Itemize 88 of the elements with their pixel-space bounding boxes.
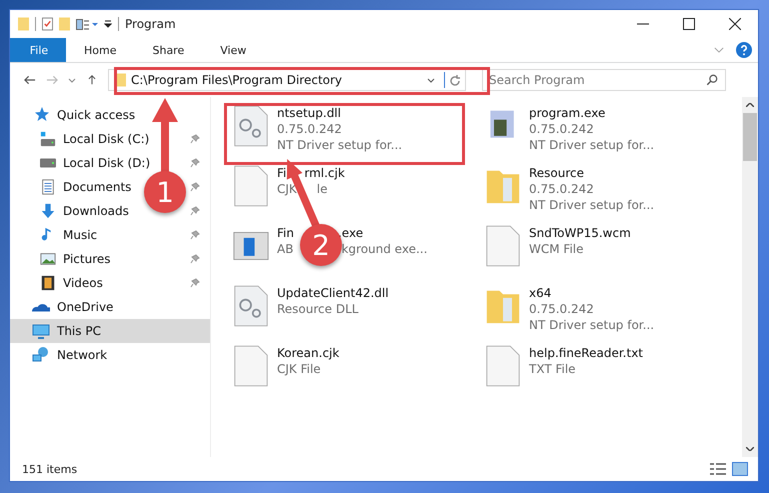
file-detail: CJK File <box>277 361 321 377</box>
file-detail: NT Driver setup for... <box>529 197 654 213</box>
file-detail: WCM File <box>529 241 584 257</box>
search-field[interactable]: Search Program <box>482 69 726 91</box>
details-view-icon[interactable] <box>710 462 726 476</box>
file-detail: kground exe... <box>341 241 428 257</box>
folder-icon[interactable] <box>18 17 29 31</box>
sidebar-item[interactable]: This PC <box>10 319 210 343</box>
new-folder-icon[interactable] <box>59 17 70 31</box>
large-icons-view-icon[interactable] <box>732 462 748 476</box>
file-icon <box>485 225 521 267</box>
film-icon <box>40 275 56 291</box>
file-detail: le <box>316 181 328 197</box>
monitor-icon <box>32 322 50 340</box>
file-name: rml.cjk <box>304 165 345 181</box>
pin-icon[interactable] <box>190 278 200 288</box>
sidebar-item[interactable]: Local Disk (C:) <box>10 127 154 151</box>
pin-icon[interactable] <box>190 230 200 240</box>
sidebar-item[interactable]: Downloads <box>10 199 133 223</box>
file-name: Fi <box>277 165 286 181</box>
maximize-icon <box>683 18 695 30</box>
gear-file-icon <box>233 285 269 327</box>
refresh-icon[interactable] <box>450 74 461 86</box>
file-detail: Resource DLL <box>277 301 358 317</box>
ribbon-tab[interactable]: View <box>202 38 264 62</box>
view-options-icon[interactable] <box>76 18 98 30</box>
sidebar-item[interactable]: Music <box>10 223 102 247</box>
pin-icon[interactable] <box>190 158 200 168</box>
sidebar-item[interactable]: Quick access <box>10 103 140 127</box>
search-icon <box>706 74 718 86</box>
pin-icon[interactable] <box>190 206 200 216</box>
file-detail: 0.75.0.242 <box>529 121 594 137</box>
document-icon <box>40 179 56 195</box>
sidebar-item[interactable]: Network <box>10 343 112 367</box>
properties-icon[interactable] <box>42 17 53 31</box>
file-name: program.exe <box>529 105 606 121</box>
down-arrow-icon <box>40 203 56 219</box>
file-detail: NT Driver setup for... <box>277 137 402 153</box>
expand-ribbon-icon[interactable] <box>714 47 724 53</box>
file-detail: 0.75.0.242 <box>529 181 594 197</box>
item-count: 151 items <box>22 462 78 476</box>
scroll-up-icon[interactable] <box>746 103 754 107</box>
scroll-down-icon[interactable] <box>746 447 754 451</box>
address-path: C:\Program Files\Program Directory <box>131 73 344 87</box>
ribbon-tab[interactable]: Share <box>134 38 202 62</box>
close-icon <box>729 18 741 30</box>
ribbon-tab[interactable]: File <box>10 38 66 62</box>
pin-icon[interactable] <box>190 134 200 144</box>
dropdown-icon[interactable] <box>427 78 435 82</box>
file-name: Resource <box>529 165 584 181</box>
help-icon[interactable] <box>736 42 752 58</box>
sidebar-item[interactable]: OneDrive <box>10 295 118 319</box>
file-name: Korean.cjk <box>277 345 340 361</box>
file-icon <box>233 345 269 387</box>
pin-icon[interactable] <box>190 182 200 192</box>
file-name: ntsetup.dll <box>277 105 341 121</box>
forward-icon[interactable] <box>46 75 58 85</box>
file-detail: TXT File <box>529 361 576 377</box>
network-icon <box>32 346 50 364</box>
file-name: Fin <box>277 225 294 241</box>
drive-icon <box>40 131 56 147</box>
file-icon <box>233 165 269 207</box>
up-icon[interactable] <box>86 75 98 85</box>
file-icon <box>485 345 521 387</box>
sidebar-item[interactable]: Documents <box>10 175 136 199</box>
customize-menu-icon[interactable] <box>104 20 112 28</box>
window-title: Program <box>125 17 176 31</box>
file-name: x64 <box>529 285 552 301</box>
picture-icon <box>40 251 56 267</box>
ribbon-tab[interactable]: Home <box>66 38 134 62</box>
file-detail: CJK <box>277 181 297 197</box>
scrollbar[interactable] <box>742 97 758 457</box>
sidebar-item[interactable]: Videos <box>10 271 107 295</box>
file-name: UpdateClient42.dll <box>277 285 389 301</box>
gear-file-icon <box>233 105 269 147</box>
address-bar[interactable]: C:\Program Files\Program Directory <box>108 69 466 91</box>
file-detail: AB <box>277 241 294 257</box>
file-detail: NT Driver setup for... <box>529 317 654 333</box>
recent-locations-icon[interactable] <box>68 78 76 82</box>
file-detail: 0.75.0.242 <box>529 301 594 317</box>
sidebar-item[interactable]: Pictures <box>10 247 115 271</box>
file-detail: NT Driver setup for... <box>529 137 654 153</box>
pin-icon[interactable] <box>190 254 200 264</box>
back-icon[interactable] <box>24 75 36 85</box>
file-name: help.fineReader.txt <box>529 345 643 361</box>
scroll-thumb[interactable] <box>743 113 757 161</box>
file-detail: 0.75.0.242 <box>277 121 342 137</box>
file-name: SndToWP15.wcm <box>529 225 631 241</box>
